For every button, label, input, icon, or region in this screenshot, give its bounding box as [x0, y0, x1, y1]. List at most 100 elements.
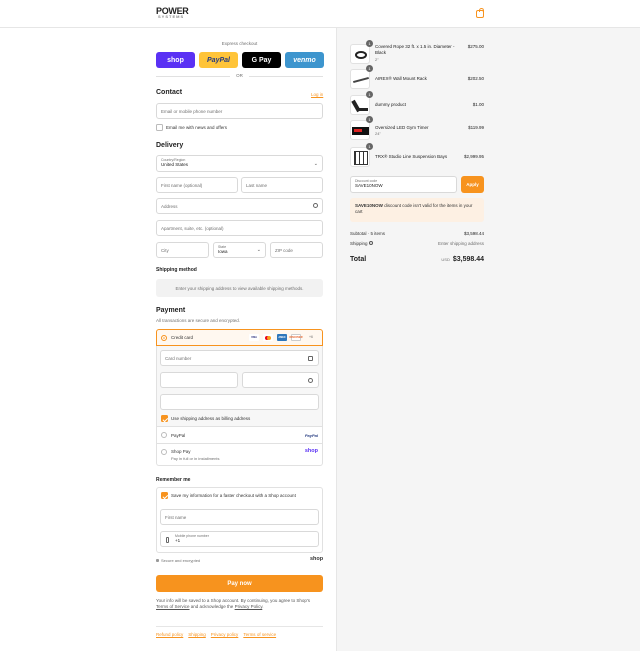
- security-code-field[interactable]: [242, 372, 319, 388]
- footer-links: Refund policy Shipping Privacy policy Terms…: [156, 632, 281, 638]
- product-image-trx: [350, 147, 370, 167]
- country-select[interactable]: Country/Region United States ⌄: [156, 155, 323, 172]
- refund-policy-link[interactable]: Refund policy: [156, 632, 183, 637]
- paypal-radio[interactable]: [161, 432, 167, 438]
- quantity-badge: 1: [366, 116, 373, 123]
- expiration-field[interactable]: [160, 372, 238, 388]
- contact-heading: Contact: [156, 89, 183, 96]
- shop-pay-button[interactable]: shop: [156, 52, 195, 68]
- rack-icon: [353, 76, 369, 84]
- currency-code: USD: [441, 257, 450, 262]
- payment-heading: Payment: [156, 307, 186, 314]
- last-name-placeholder: Last name: [246, 182, 268, 188]
- total-value: $3,598.44: [452, 256, 484, 263]
- product-image-rack: [350, 69, 370, 89]
- paypal-button[interactable]: PayPal: [199, 52, 238, 68]
- paypal-option[interactable]: PayPal PayPal: [156, 426, 323, 444]
- quantity-badge: 1: [366, 143, 373, 150]
- save-info-checkbox[interactable]: [161, 492, 168, 499]
- quantity-badge: 1: [366, 65, 373, 72]
- venmo-label: venmo: [293, 56, 316, 64]
- terms-and: and acknowledge the: [190, 604, 234, 609]
- shop-pay-option[interactable]: Shop Pay Pay in full or in installments …: [156, 444, 323, 466]
- shop-logo: shop: [310, 556, 324, 562]
- name-on-card-field[interactable]: [160, 394, 319, 410]
- discount-code-field[interactable]: Discount code SAVE10NOW: [350, 176, 457, 193]
- shipping-policy-link[interactable]: Shipping: [188, 632, 206, 637]
- city-placeholder: City: [161, 247, 169, 253]
- save-info-label: Save my information for a faster checkou…: [171, 493, 296, 498]
- chevron-down-icon: ⌄: [256, 247, 261, 253]
- news-checkbox[interactable]: [156, 124, 163, 131]
- lock-icon: [156, 559, 159, 562]
- quantity-badge: 1: [366, 91, 373, 98]
- first-name-field[interactable]: First name (optional): [156, 177, 238, 193]
- phone-icon: [166, 537, 169, 543]
- remember-first-name-placeholder: First name: [165, 514, 187, 520]
- apartment-field[interactable]: Apartment, suite, etc. (optional): [156, 220, 323, 236]
- info-icon[interactable]: [368, 241, 373, 245]
- paypal-label: PayPal: [207, 56, 230, 64]
- discount-error-code: SAVE10NOW: [355, 203, 383, 208]
- shipping-label-text: Shipping: [350, 241, 368, 246]
- remember-heading: Remember me: [156, 477, 191, 483]
- mobile-phone-field[interactable]: Mobile phone number +1: [160, 531, 319, 547]
- phone-value: +1: [175, 538, 181, 543]
- apply-label: Apply: [466, 182, 479, 187]
- secure-note: Secure and encrypted: [156, 558, 200, 563]
- state-select[interactable]: State Iowa ⌄: [213, 242, 266, 258]
- amex-icon: AMEX: [277, 334, 287, 341]
- help-icon[interactable]: [308, 378, 313, 383]
- rope-icon: [355, 51, 367, 59]
- mastercard-icon: [263, 334, 273, 341]
- login-link[interactable]: Log in: [311, 92, 323, 97]
- shipping-method-heading: Shipping method: [156, 267, 197, 273]
- discover-icon: DISCOVER: [289, 334, 303, 341]
- google-pay-button[interactable]: G Pay: [242, 52, 281, 68]
- terms-prefix: Your info will be saved to a Shop accoun…: [156, 598, 311, 603]
- logo[interactable]: POWER SYSTEMS: [156, 7, 189, 19]
- payment-subtitle: All transactions are secure and encrypte…: [156, 318, 241, 323]
- item-price: $119.99: [468, 125, 484, 130]
- city-field[interactable]: City: [156, 242, 209, 258]
- venmo-button[interactable]: venmo: [285, 52, 324, 68]
- country-value: United States: [161, 162, 189, 167]
- card-number-field[interactable]: Card number: [160, 350, 319, 366]
- privacy-policy-link[interactable]: Privacy Policy: [235, 604, 263, 609]
- timer-display-icon: [354, 129, 362, 132]
- email-placeholder: Email or mobile phone number: [161, 108, 223, 114]
- billing-checkbox[interactable]: [161, 415, 168, 422]
- shop-pay-label: shop: [167, 56, 184, 64]
- shopping-bag-icon[interactable]: [476, 8, 484, 18]
- item-price: $1.00: [472, 102, 484, 107]
- last-name-field[interactable]: Last name: [241, 177, 323, 193]
- terms-text: Your info will be saved to a Shop accoun…: [156, 598, 323, 610]
- terms-of-service-link[interactable]: Terms of Service: [156, 604, 190, 609]
- header: POWER SYSTEMS: [0, 0, 640, 28]
- item-title: dummy product: [375, 102, 407, 107]
- shipping-value: Enter shipping address: [437, 241, 484, 246]
- terms-of-service-footer-link[interactable]: Terms of service: [243, 632, 276, 637]
- shipping-row-label: Shipping: [350, 241, 373, 246]
- credit-card-option[interactable]: Credit card VISA AMEX DISCOVER +6: [156, 329, 323, 346]
- privacy-policy-footer-link[interactable]: Privacy policy: [211, 632, 239, 637]
- delivery-heading: Delivery: [156, 142, 184, 149]
- credit-card-radio[interactable]: [161, 335, 167, 341]
- shop-pay-radio[interactable]: [161, 449, 167, 455]
- billing-label: Use shipping address as billing address: [171, 416, 251, 421]
- paypal-logo: PayPal: [304, 433, 318, 438]
- remember-first-name-field[interactable]: First name: [160, 509, 319, 525]
- address-field[interactable]: Address: [156, 198, 323, 214]
- item-price: $202.50: [467, 76, 484, 81]
- total-label: Total: [350, 256, 367, 263]
- apply-button[interactable]: Apply: [461, 176, 484, 193]
- express-checkout-label: Express checkout: [221, 41, 258, 46]
- pay-now-button[interactable]: Pay now: [156, 575, 323, 592]
- zip-field[interactable]: ZIP code: [270, 242, 323, 258]
- pay-now-label: Pay now: [227, 580, 252, 587]
- email-field[interactable]: Email or mobile phone number: [156, 103, 323, 119]
- zip-placeholder: ZIP code: [275, 247, 293, 253]
- search-icon: [313, 203, 318, 208]
- discount-error: SAVE10NOW discount code isn't valid for …: [350, 198, 484, 222]
- terms-period: .: [262, 604, 264, 609]
